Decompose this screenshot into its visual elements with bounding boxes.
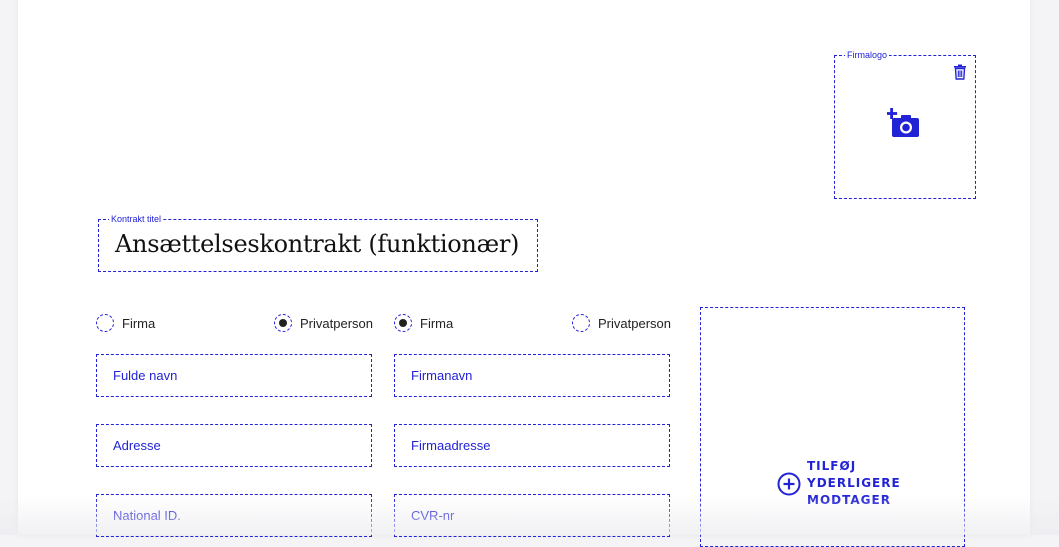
trash-icon[interactable]: [953, 64, 967, 80]
left-party-type-firma[interactable]: Firma: [96, 313, 155, 333]
national-id-field[interactable]: National ID.: [96, 494, 372, 537]
logo-legend: Firmalogo: [845, 49, 889, 61]
radio-label: Privatperson: [300, 316, 373, 331]
contract-title-legend: Kontrakt titel: [109, 213, 163, 225]
camera-plus-icon[interactable]: [887, 108, 921, 140]
contract-title-box[interactable]: Kontrakt titel Ansættelseskontrakt (funk…: [98, 219, 538, 272]
address-field[interactable]: Adresse: [96, 424, 372, 467]
contract-page: Firmalogo Kontrakt titel Ansættelseskont…: [18, 0, 1030, 535]
radio-privatperson-right[interactable]: [572, 314, 590, 332]
company-logo-box[interactable]: Firmalogo: [834, 55, 976, 199]
radio-privatperson-left[interactable]: [274, 314, 292, 332]
radio-firma-right[interactable]: [394, 314, 412, 332]
radio-firma-left[interactable]: [96, 314, 114, 332]
full-name-field[interactable]: Fulde navn: [96, 354, 372, 397]
right-party-type-privatperson[interactable]: Privatperson: [572, 313, 671, 333]
radio-label: Privatperson: [598, 316, 671, 331]
company-name-field[interactable]: Firmanavn: [394, 354, 670, 397]
company-address-field[interactable]: Firmaadresse: [394, 424, 670, 467]
right-party-type-firma[interactable]: Firma: [394, 313, 453, 333]
add-recipient-button[interactable]: TILFØJ YDERLIGERE MODTAGER: [777, 458, 897, 509]
plus-circle-icon: [777, 472, 801, 496]
add-recipient-label: TILFØJ YDERLIGERE MODTAGER: [807, 458, 897, 509]
left-party-type-privatperson[interactable]: Privatperson: [274, 313, 373, 333]
contract-title[interactable]: Ansættelseskontrakt (funktionær): [115, 230, 519, 258]
radio-label: Firma: [420, 316, 453, 331]
radio-label: Firma: [122, 316, 155, 331]
cvr-field[interactable]: CVR-nr: [394, 494, 670, 537]
add-recipient-box[interactable]: TILFØJ YDERLIGERE MODTAGER: [700, 307, 965, 547]
